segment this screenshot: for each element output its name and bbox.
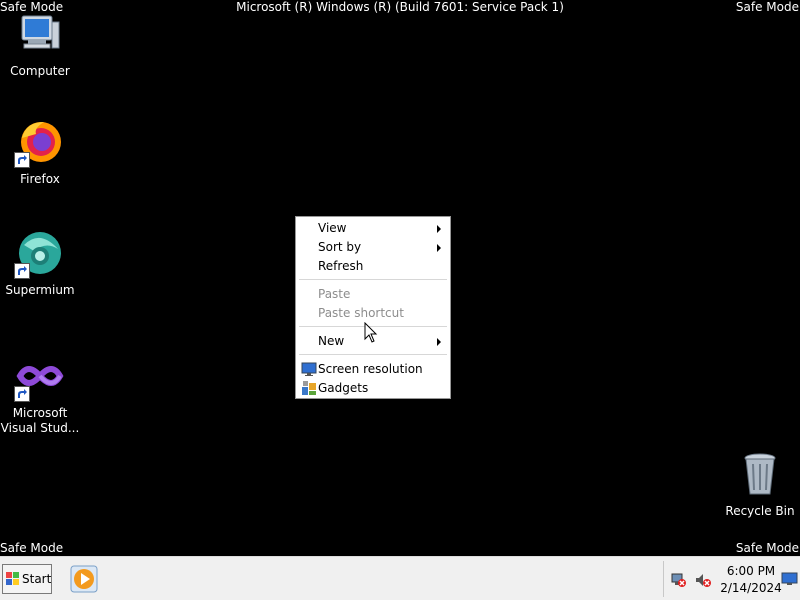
windows-logo-icon xyxy=(6,572,20,586)
menu-item-label: Sort by xyxy=(318,240,362,254)
clock-time[interactable]: 6:00 PM xyxy=(723,564,779,578)
shortcut-arrow-icon xyxy=(14,386,30,402)
desktop-icon-label-line2: Visual Stud... xyxy=(0,421,80,435)
network-error-icon[interactable] xyxy=(671,572,687,588)
shortcut-arrow-icon xyxy=(14,152,30,168)
recycle-bin-icon xyxy=(736,450,784,498)
desktop-icon-computer[interactable]: Computer xyxy=(0,10,80,79)
firefox-icon xyxy=(14,118,64,168)
desktop-icon-label: Firefox xyxy=(20,172,60,186)
desktop-icon-label: Computer xyxy=(10,64,70,78)
desktop-icon-label: Microsoft Visual Stud... xyxy=(0,406,80,436)
gadgets-icon xyxy=(301,380,317,396)
clock-date[interactable]: 2/14/2024 xyxy=(720,581,782,595)
desktop-icon-firefox[interactable]: Firefox xyxy=(0,118,80,187)
menu-item-paste-shortcut[interactable]: Paste shortcut xyxy=(318,304,448,323)
visual-studio-icon xyxy=(14,352,64,402)
submenu-arrow-icon xyxy=(437,225,441,233)
desktop-icon-recycle-bin[interactable]: Recycle Bin xyxy=(720,450,800,519)
submenu-arrow-icon xyxy=(437,244,441,252)
media-player-icon[interactable] xyxy=(70,565,98,593)
desktop-icon-label: Recycle Bin xyxy=(725,504,795,518)
menu-item-refresh[interactable]: Refresh xyxy=(318,257,448,276)
menu-item-label: Gadgets xyxy=(318,381,369,395)
safe-mode-label-bottom-right: Safe Mode xyxy=(735,541,799,555)
safe-mode-label-top-right: Safe Mode xyxy=(735,0,799,14)
menu-item-label: Paste shortcut xyxy=(318,306,404,320)
menu-item-gadgets[interactable]: Gadgets xyxy=(318,379,448,398)
start-button[interactable]: Start xyxy=(2,564,52,594)
menu-item-screen-resolution[interactable]: Screen resolution xyxy=(318,360,448,379)
desktop-icon-visual-studio[interactable]: Microsoft Visual Stud... xyxy=(0,352,80,436)
system-tray: 6:00 PM 2/14/2024 xyxy=(663,561,800,597)
screen-resolution-icon xyxy=(301,361,317,377)
menu-item-new[interactable]: New xyxy=(318,332,448,351)
menu-item-view[interactable]: View xyxy=(318,219,448,238)
menu-item-paste[interactable]: Paste xyxy=(318,285,448,304)
menu-separator xyxy=(299,279,447,281)
desktop-icon-supermium[interactable]: Supermium xyxy=(0,229,80,298)
desktop-context-menu: View Sort by Refresh Paste Paste shortcu… xyxy=(295,216,451,399)
submenu-arrow-icon xyxy=(437,338,441,346)
shortcut-arrow-icon xyxy=(14,263,30,279)
menu-item-sort-by[interactable]: Sort by xyxy=(318,238,448,257)
build-banner: Microsoft (R) Windows (R) (Build 7601: S… xyxy=(236,0,564,14)
menu-item-label: Paste xyxy=(318,287,351,301)
menu-separator xyxy=(299,354,447,356)
supermium-icon xyxy=(14,229,64,279)
menu-item-label: Screen resolution xyxy=(318,362,423,376)
menu-item-label: View xyxy=(318,221,347,235)
safe-mode-label-bottom-left: Safe Mode xyxy=(0,541,64,555)
volume-muted-icon[interactable] xyxy=(695,572,711,588)
menu-item-label: Refresh xyxy=(318,259,364,273)
start-label: Start xyxy=(22,572,52,586)
computer-icon xyxy=(16,10,64,58)
desktop-icon-label: Supermium xyxy=(5,283,75,297)
show-desktop-icon[interactable] xyxy=(781,571,799,587)
desktop-icon-label-line1: Microsoft xyxy=(12,406,68,420)
menu-item-label: New xyxy=(318,334,345,348)
mouse-cursor-icon xyxy=(364,321,378,344)
taskbar: Start 6:00 PM 2/14/2024 xyxy=(0,556,800,600)
